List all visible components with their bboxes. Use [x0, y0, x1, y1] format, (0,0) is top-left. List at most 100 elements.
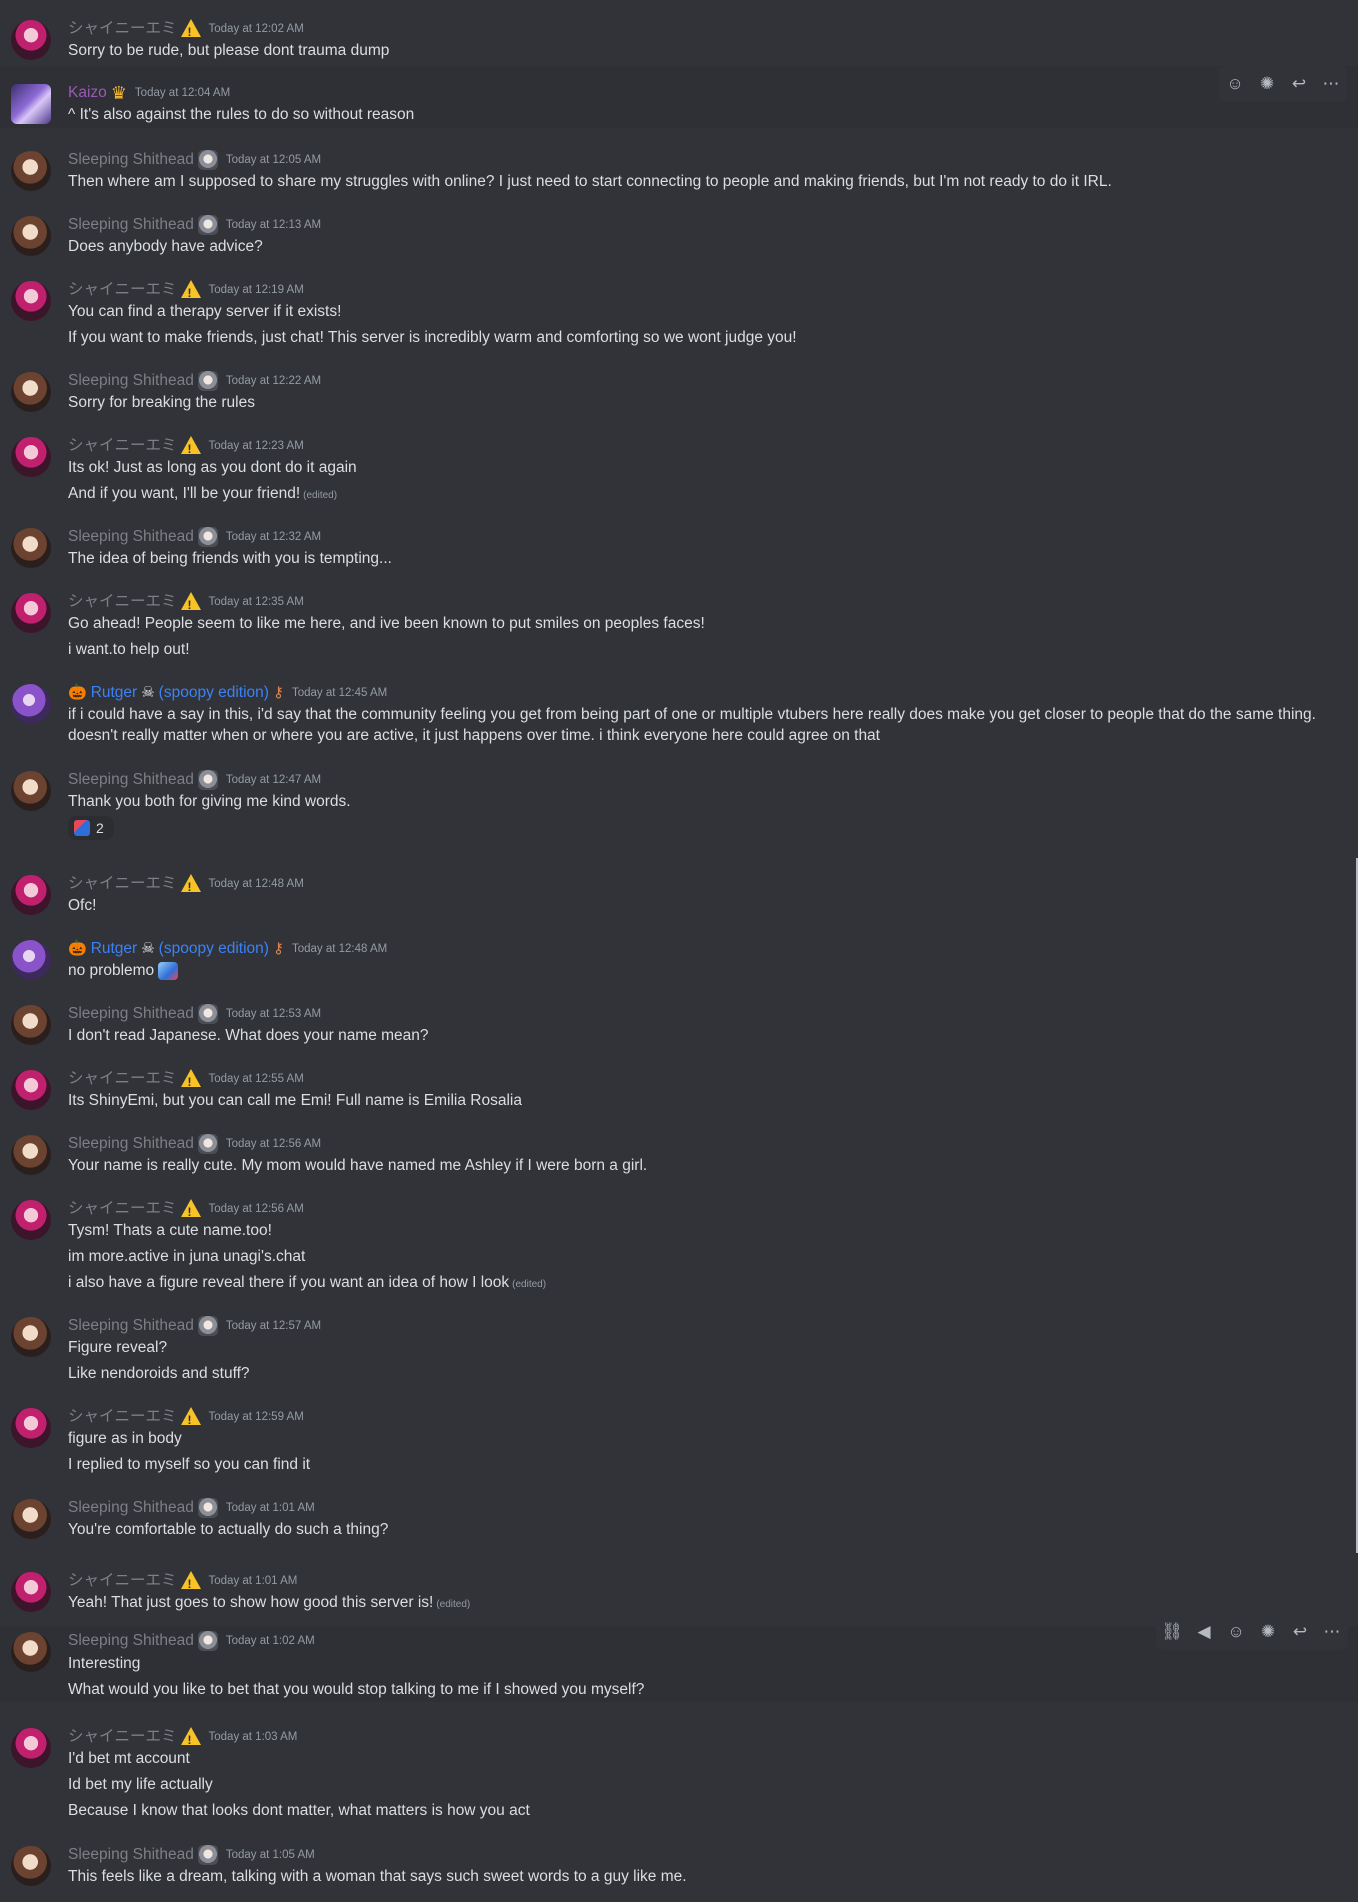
- author-name[interactable]: Sleeping Shithead: [68, 1004, 194, 1024]
- author-name[interactable]: Kaizo: [68, 83, 107, 103]
- avatar[interactable]: [11, 1846, 51, 1886]
- message-text: Does anybody have advice?: [68, 238, 263, 255]
- timestamp: Today at 12:02 AM: [208, 23, 304, 35]
- timestamp: Today at 12:59 AM: [208, 1411, 304, 1423]
- timestamp: Today at 1:03 AM: [208, 1731, 298, 1743]
- timestamp: Today at 12:53 AM: [225, 1008, 322, 1020]
- avatar[interactable]: [11, 20, 51, 60]
- author-name[interactable]: Sleeping Shithead: [68, 371, 194, 391]
- add-reaction-icon[interactable]: ☺: [1220, 1616, 1252, 1648]
- message-text: Like nendoroids and stuff?: [68, 1365, 250, 1382]
- author-name[interactable]: シャイニーエミ: [68, 592, 177, 612]
- author-name[interactable]: シャイニーエミ: [68, 1407, 177, 1427]
- author-name[interactable]: Sleeping Shithead: [68, 150, 194, 170]
- timestamp: Today at 12:04 AM: [134, 87, 231, 99]
- author-name[interactable]: シャイニーエミ: [68, 280, 177, 300]
- message: シャイニーエミ Today at 12:23 AM Its ok! Just a…: [0, 431, 1358, 511]
- message-text: Sorry to be rude, but please dont trauma…: [68, 42, 390, 59]
- author-name[interactable]: Rutger: [91, 683, 138, 703]
- author-name[interactable]: Sleeping Shithead: [68, 770, 194, 790]
- message: Sleeping Shithead Today at 12:53 AM I do…: [0, 999, 1358, 1049]
- message: 🎃 Rutger ☠ (spoopy edition) ⚷ Today at 1…: [0, 678, 1358, 748]
- message-text: Then where am I supposed to share my str…: [68, 173, 1112, 190]
- message-text: Sorry for breaking the rules: [68, 394, 255, 411]
- message-text: figure as in body: [68, 1430, 182, 1447]
- avatar[interactable]: [11, 528, 51, 568]
- timestamp: Today at 12:55 AM: [208, 1073, 304, 1085]
- message-text: If you want to make friends, just chat! …: [68, 329, 797, 346]
- more-icon[interactable]: ⋯: [1316, 1616, 1348, 1648]
- role-avatar-icon: [197, 770, 218, 790]
- author-name[interactable]: Sleeping Shithead: [68, 1631, 194, 1651]
- avatar[interactable]: [11, 684, 51, 724]
- author-name[interactable]: Sleeping Shithead: [68, 527, 194, 547]
- message-text: Your name is really cute. My mom would h…: [68, 1157, 648, 1174]
- author-name[interactable]: シャイニーエミ: [68, 1727, 177, 1747]
- author-name[interactable]: Sleeping Shithead: [68, 1316, 194, 1336]
- author-name[interactable]: シャイニーエミ: [68, 19, 177, 39]
- reaction-chip[interactable]: 2: [68, 816, 114, 840]
- author-name[interactable]: シャイニーエミ: [68, 1571, 177, 1591]
- avatar[interactable]: [11, 1632, 51, 1672]
- avatar[interactable]: [11, 1408, 51, 1448]
- author-name[interactable]: Sleeping Shithead: [68, 1134, 194, 1154]
- reaction-count: 2: [96, 820, 104, 836]
- reply-icon[interactable]: ↩: [1284, 1616, 1316, 1648]
- mark-unread-icon[interactable]: ◀: [1188, 1616, 1220, 1648]
- message: シャイニーエミ Today at 12:02 AM Sorry to be ru…: [0, 14, 1358, 64]
- avatar[interactable]: [11, 1572, 51, 1612]
- avatar[interactable]: [11, 1728, 51, 1768]
- author-name[interactable]: シャイニーエミ: [68, 1069, 177, 1089]
- message: Sleeping Shithead Today at 1:02 AM Inter…: [0, 1614, 1358, 1702]
- avatar[interactable]: [11, 437, 51, 477]
- reply-icon[interactable]: ↩: [1283, 68, 1315, 100]
- avatar[interactable]: [11, 372, 51, 412]
- timestamp: Today at 12:56 AM: [225, 1138, 322, 1150]
- avatar[interactable]: [11, 84, 51, 124]
- message-text: Thank you both for giving me kind words.: [68, 793, 351, 810]
- author-name[interactable]: シャイニーエミ: [68, 874, 177, 894]
- avatar[interactable]: [11, 593, 51, 633]
- avatar[interactable]: [11, 875, 51, 915]
- avatar[interactable]: [11, 281, 51, 321]
- avatar[interactable]: [11, 1317, 51, 1357]
- message-text: Figure reveal?: [68, 1339, 168, 1356]
- message: Sleeping Shithead Today at 12:22 AM Sorr…: [0, 366, 1358, 416]
- author-name-suffix[interactable]: (spoopy edition): [159, 683, 269, 703]
- avatar[interactable]: [11, 1070, 51, 1110]
- avatar[interactable]: [11, 771, 51, 811]
- author-name[interactable]: Rutger: [91, 939, 138, 959]
- warning-icon: [180, 592, 201, 615]
- super-reaction-icon[interactable]: ✺: [1251, 68, 1283, 100]
- avatar[interactable]: [11, 940, 51, 980]
- author-name[interactable]: シャイニーエミ: [68, 436, 177, 456]
- message-text: I don't read Japanese. What does your na…: [68, 1027, 429, 1044]
- copy-link-icon[interactable]: ⛓: [1156, 1616, 1188, 1648]
- super-reaction-icon[interactable]: ✺: [1252, 1616, 1284, 1648]
- author-name[interactable]: Sleeping Shithead: [68, 1498, 194, 1518]
- message-text: if i could have a say in this, i'd say t…: [68, 706, 1316, 723]
- author-name-suffix[interactable]: (spoopy edition): [159, 939, 269, 959]
- author-name[interactable]: Sleeping Shithead: [68, 215, 194, 235]
- avatar[interactable]: [11, 1200, 51, 1240]
- add-reaction-icon[interactable]: ☺: [1219, 68, 1251, 100]
- avatar[interactable]: [11, 151, 51, 191]
- message-text: ^ It's also against the rules to do so w…: [68, 106, 415, 123]
- avatar[interactable]: [11, 1499, 51, 1539]
- message-text: Tysm! Thats a cute name.too!: [68, 1222, 272, 1239]
- message: シャイニーエミ Today at 1:01 AM Yeah! That just…: [0, 1566, 1358, 1616]
- crown-icon: ♛: [110, 83, 127, 103]
- message: Sleeping Shithead Today at 1:01 AM You'r…: [0, 1493, 1358, 1543]
- message-text: You can find a therapy server if it exis…: [68, 303, 342, 320]
- message: 🎃 Rutger ☠ (spoopy edition) ⚷ Today at 1…: [0, 934, 1358, 984]
- message-text: Its ok! Just as long as you dont do it a…: [68, 459, 357, 476]
- message-text: I'd bet mt account: [68, 1750, 190, 1767]
- message-text: What would you like to bet that you woul…: [68, 1681, 645, 1698]
- avatar[interactable]: [11, 216, 51, 256]
- more-icon[interactable]: ⋯: [1315, 68, 1347, 100]
- author-name[interactable]: Sleeping Shithead: [68, 1845, 194, 1865]
- author-name[interactable]: シャイニーエミ: [68, 1199, 177, 1219]
- timestamp: Today at 1:05 AM: [225, 1849, 315, 1861]
- avatar[interactable]: [11, 1005, 51, 1045]
- avatar[interactable]: [11, 1135, 51, 1175]
